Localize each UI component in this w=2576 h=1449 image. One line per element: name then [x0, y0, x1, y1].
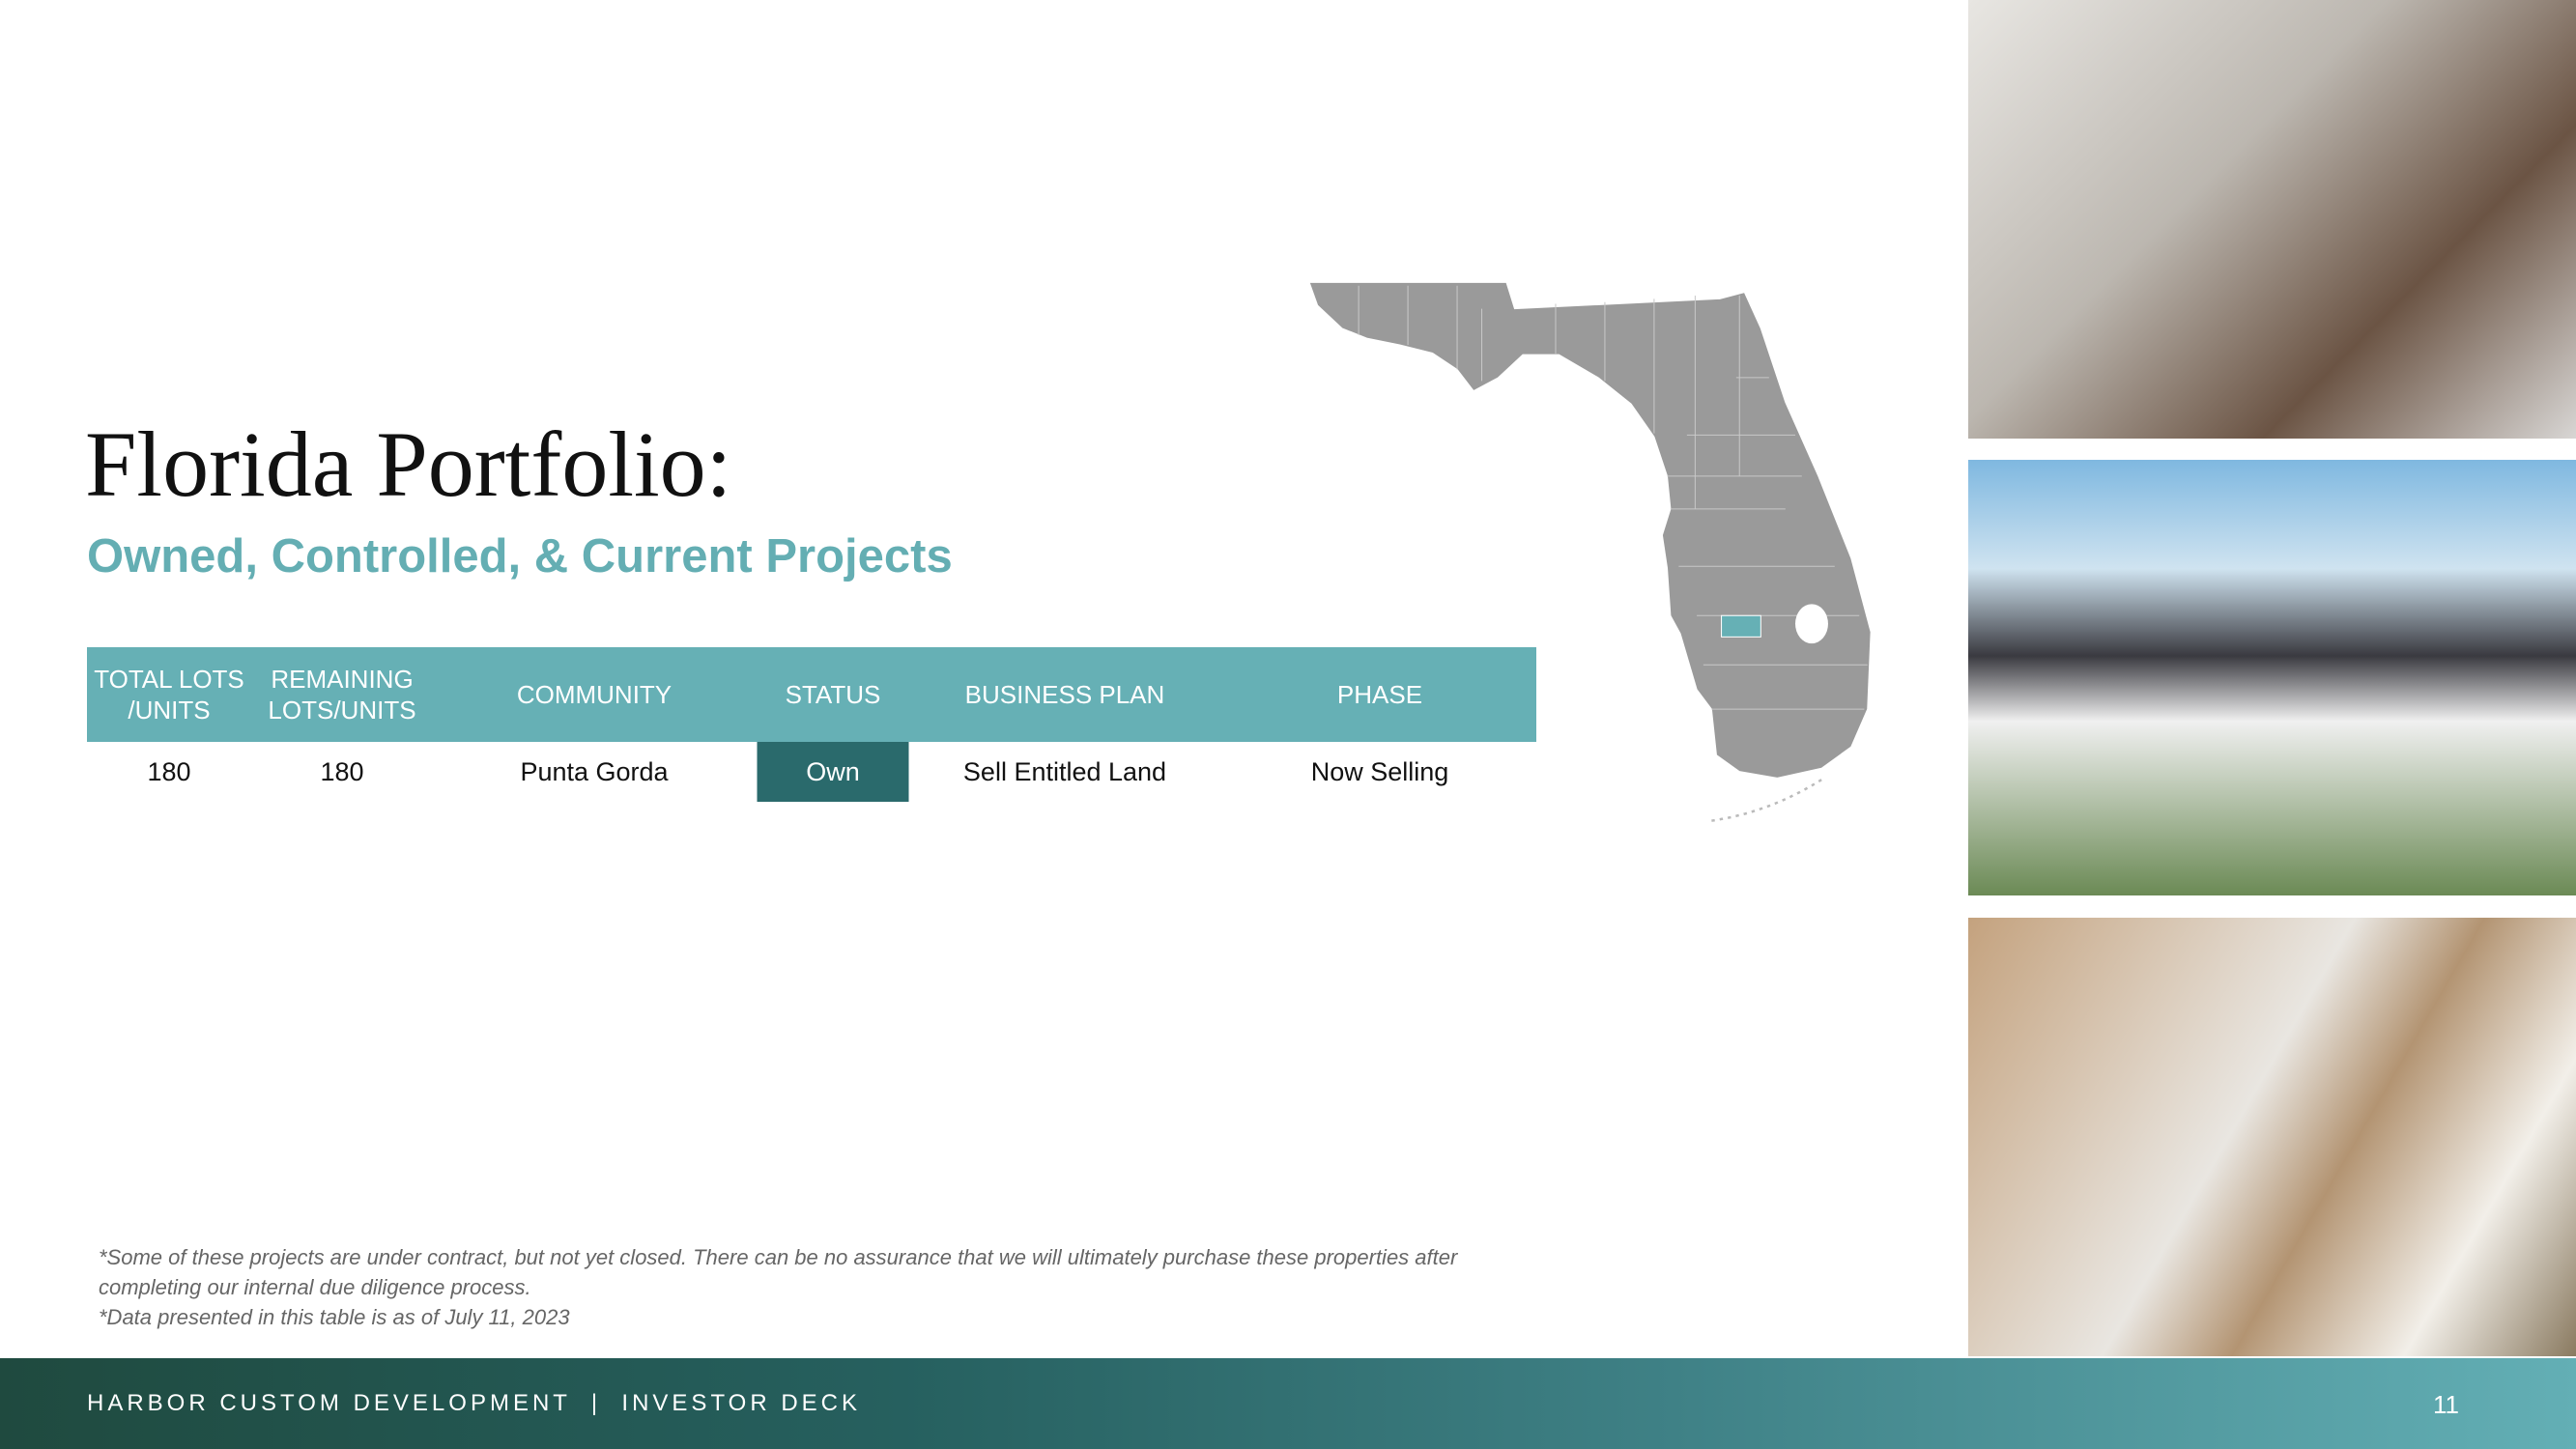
kitchen-photo — [1968, 918, 2576, 1356]
page-number: 11 — [2433, 1390, 2459, 1419]
page-title: Florida Portfolio: — [85, 412, 732, 516]
header-remaining-lots: REMAINING LOTS/UNITS — [268, 665, 416, 724]
header-status: STATUS — [785, 680, 881, 709]
house-exterior-photo — [1968, 460, 2576, 895]
header-business-plan: BUSINESS PLAN — [964, 680, 1165, 709]
cell-business-plan: Sell Entitled Land — [962, 756, 1167, 786]
footnotes: *Some of these projects are under contra… — [99, 1242, 1500, 1332]
footnote-data-date: *Data presented in this table is as of J… — [99, 1305, 570, 1329]
punta-gorda-county-highlight — [1721, 614, 1761, 638]
footer-company: HARBOR CUSTOM DEVELOPMENT | INVESTOR DEC… — [87, 1390, 862, 1416]
florida-state-shape — [1309, 281, 1872, 779]
page-subtitle: Owned, Controlled, & Current Projects — [87, 530, 953, 582]
florida-map — [1309, 281, 1872, 822]
cell-total-lots: 180 — [147, 756, 191, 786]
cell-remaining-lots: 180 — [320, 756, 364, 786]
footnote-contract: *Some of these projects are under contra… — [99, 1245, 1458, 1299]
bathroom-photo — [1968, 0, 2576, 439]
header-total-lots: TOTAL LOTS /UNITS — [94, 665, 244, 724]
footer-bar: HARBOR CUSTOM DEVELOPMENT | INVESTOR DEC… — [0, 1358, 2576, 1449]
header-community: COMMUNITY — [516, 680, 673, 709]
status-badge: Own — [757, 742, 909, 802]
florida-keys — [1711, 779, 1822, 822]
cell-community: Punta Gorda — [520, 756, 669, 786]
lake-okeechobee — [1795, 604, 1828, 644]
